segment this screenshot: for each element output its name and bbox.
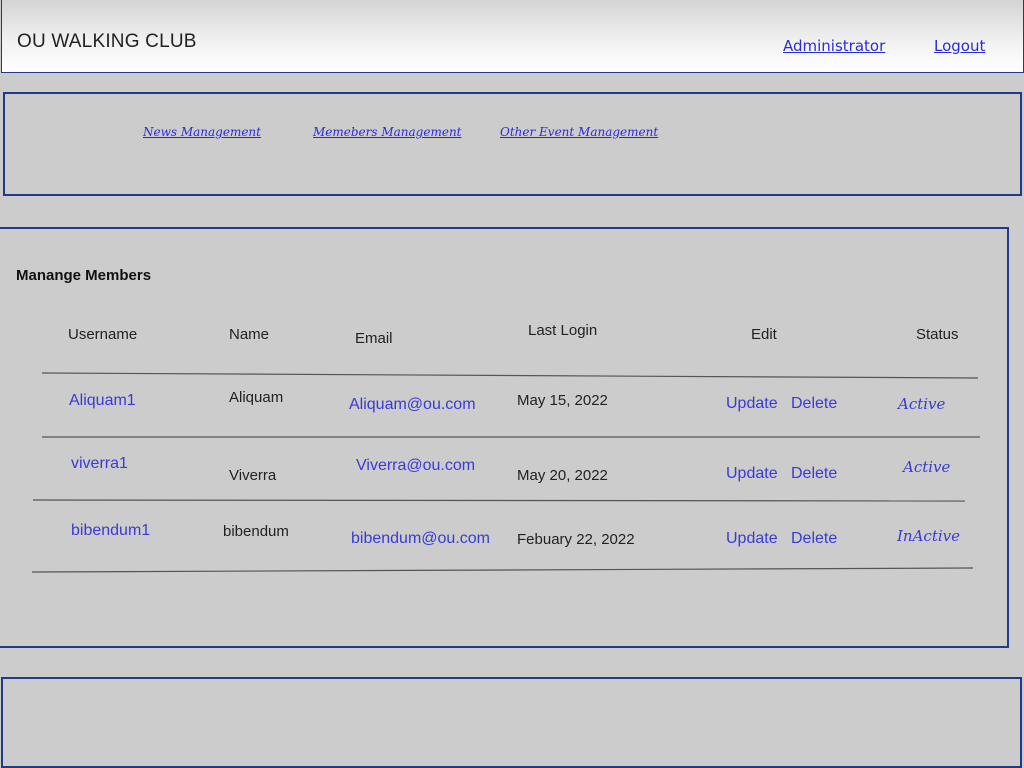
status-toggle[interactable]: Active (898, 395, 945, 413)
header-bar: OU WALKING CLUB Administrator Logout (1, 0, 1024, 73)
footer-panel (1, 677, 1022, 768)
last-login: Febuary 22, 2022 (517, 531, 635, 548)
column-header-last-login: Last Login (528, 322, 598, 339)
status-toggle[interactable]: InActive (897, 527, 960, 545)
update-button[interactable]: Update (726, 395, 778, 413)
update-button[interactable]: Update (726, 530, 778, 548)
username-link[interactable]: bibendum1 (71, 522, 150, 540)
email-link[interactable]: Aliquam@ou.com (349, 396, 476, 414)
column-header-username: Username (68, 326, 138, 343)
nav-other-event-management[interactable]: Other Event Management (500, 125, 658, 139)
member-name: bibendum (223, 523, 289, 540)
update-button[interactable]: Update (726, 465, 778, 483)
email-link[interactable]: Viverra@ou.com (356, 457, 475, 475)
last-login: May 15, 2022 (517, 392, 608, 409)
member-name: Viverra (229, 467, 277, 484)
delete-button[interactable]: Delete (791, 395, 837, 413)
nav-news-management[interactable]: News Management (143, 125, 261, 139)
email-link[interactable]: bibendum@ou.com (351, 530, 490, 548)
delete-button[interactable]: Delete (791, 530, 837, 548)
status-toggle[interactable]: Active (903, 458, 950, 476)
nav-members-management[interactable]: Memebers Management (313, 125, 462, 139)
username-link[interactable]: viverra1 (71, 455, 128, 473)
member-name: Aliquam (229, 389, 284, 406)
administrator-link[interactable]: Administrator (783, 37, 885, 55)
section-title: Manange Members (16, 267, 152, 284)
column-header-status: Status (916, 326, 959, 343)
logout-link[interactable]: Logout (934, 37, 985, 55)
column-header-edit: Edit (751, 326, 777, 343)
delete-button[interactable]: Delete (791, 465, 837, 483)
members-panel (0, 227, 1009, 648)
app-title: OU WALKING CLUB (17, 31, 197, 52)
username-link[interactable]: Aliquam1 (69, 392, 136, 410)
last-login: May 20, 2022 (517, 467, 608, 484)
management-nav: News Management Memebers Management Othe… (3, 92, 1022, 196)
column-header-name: Name (229, 326, 270, 343)
column-header-email: Email (355, 330, 393, 347)
